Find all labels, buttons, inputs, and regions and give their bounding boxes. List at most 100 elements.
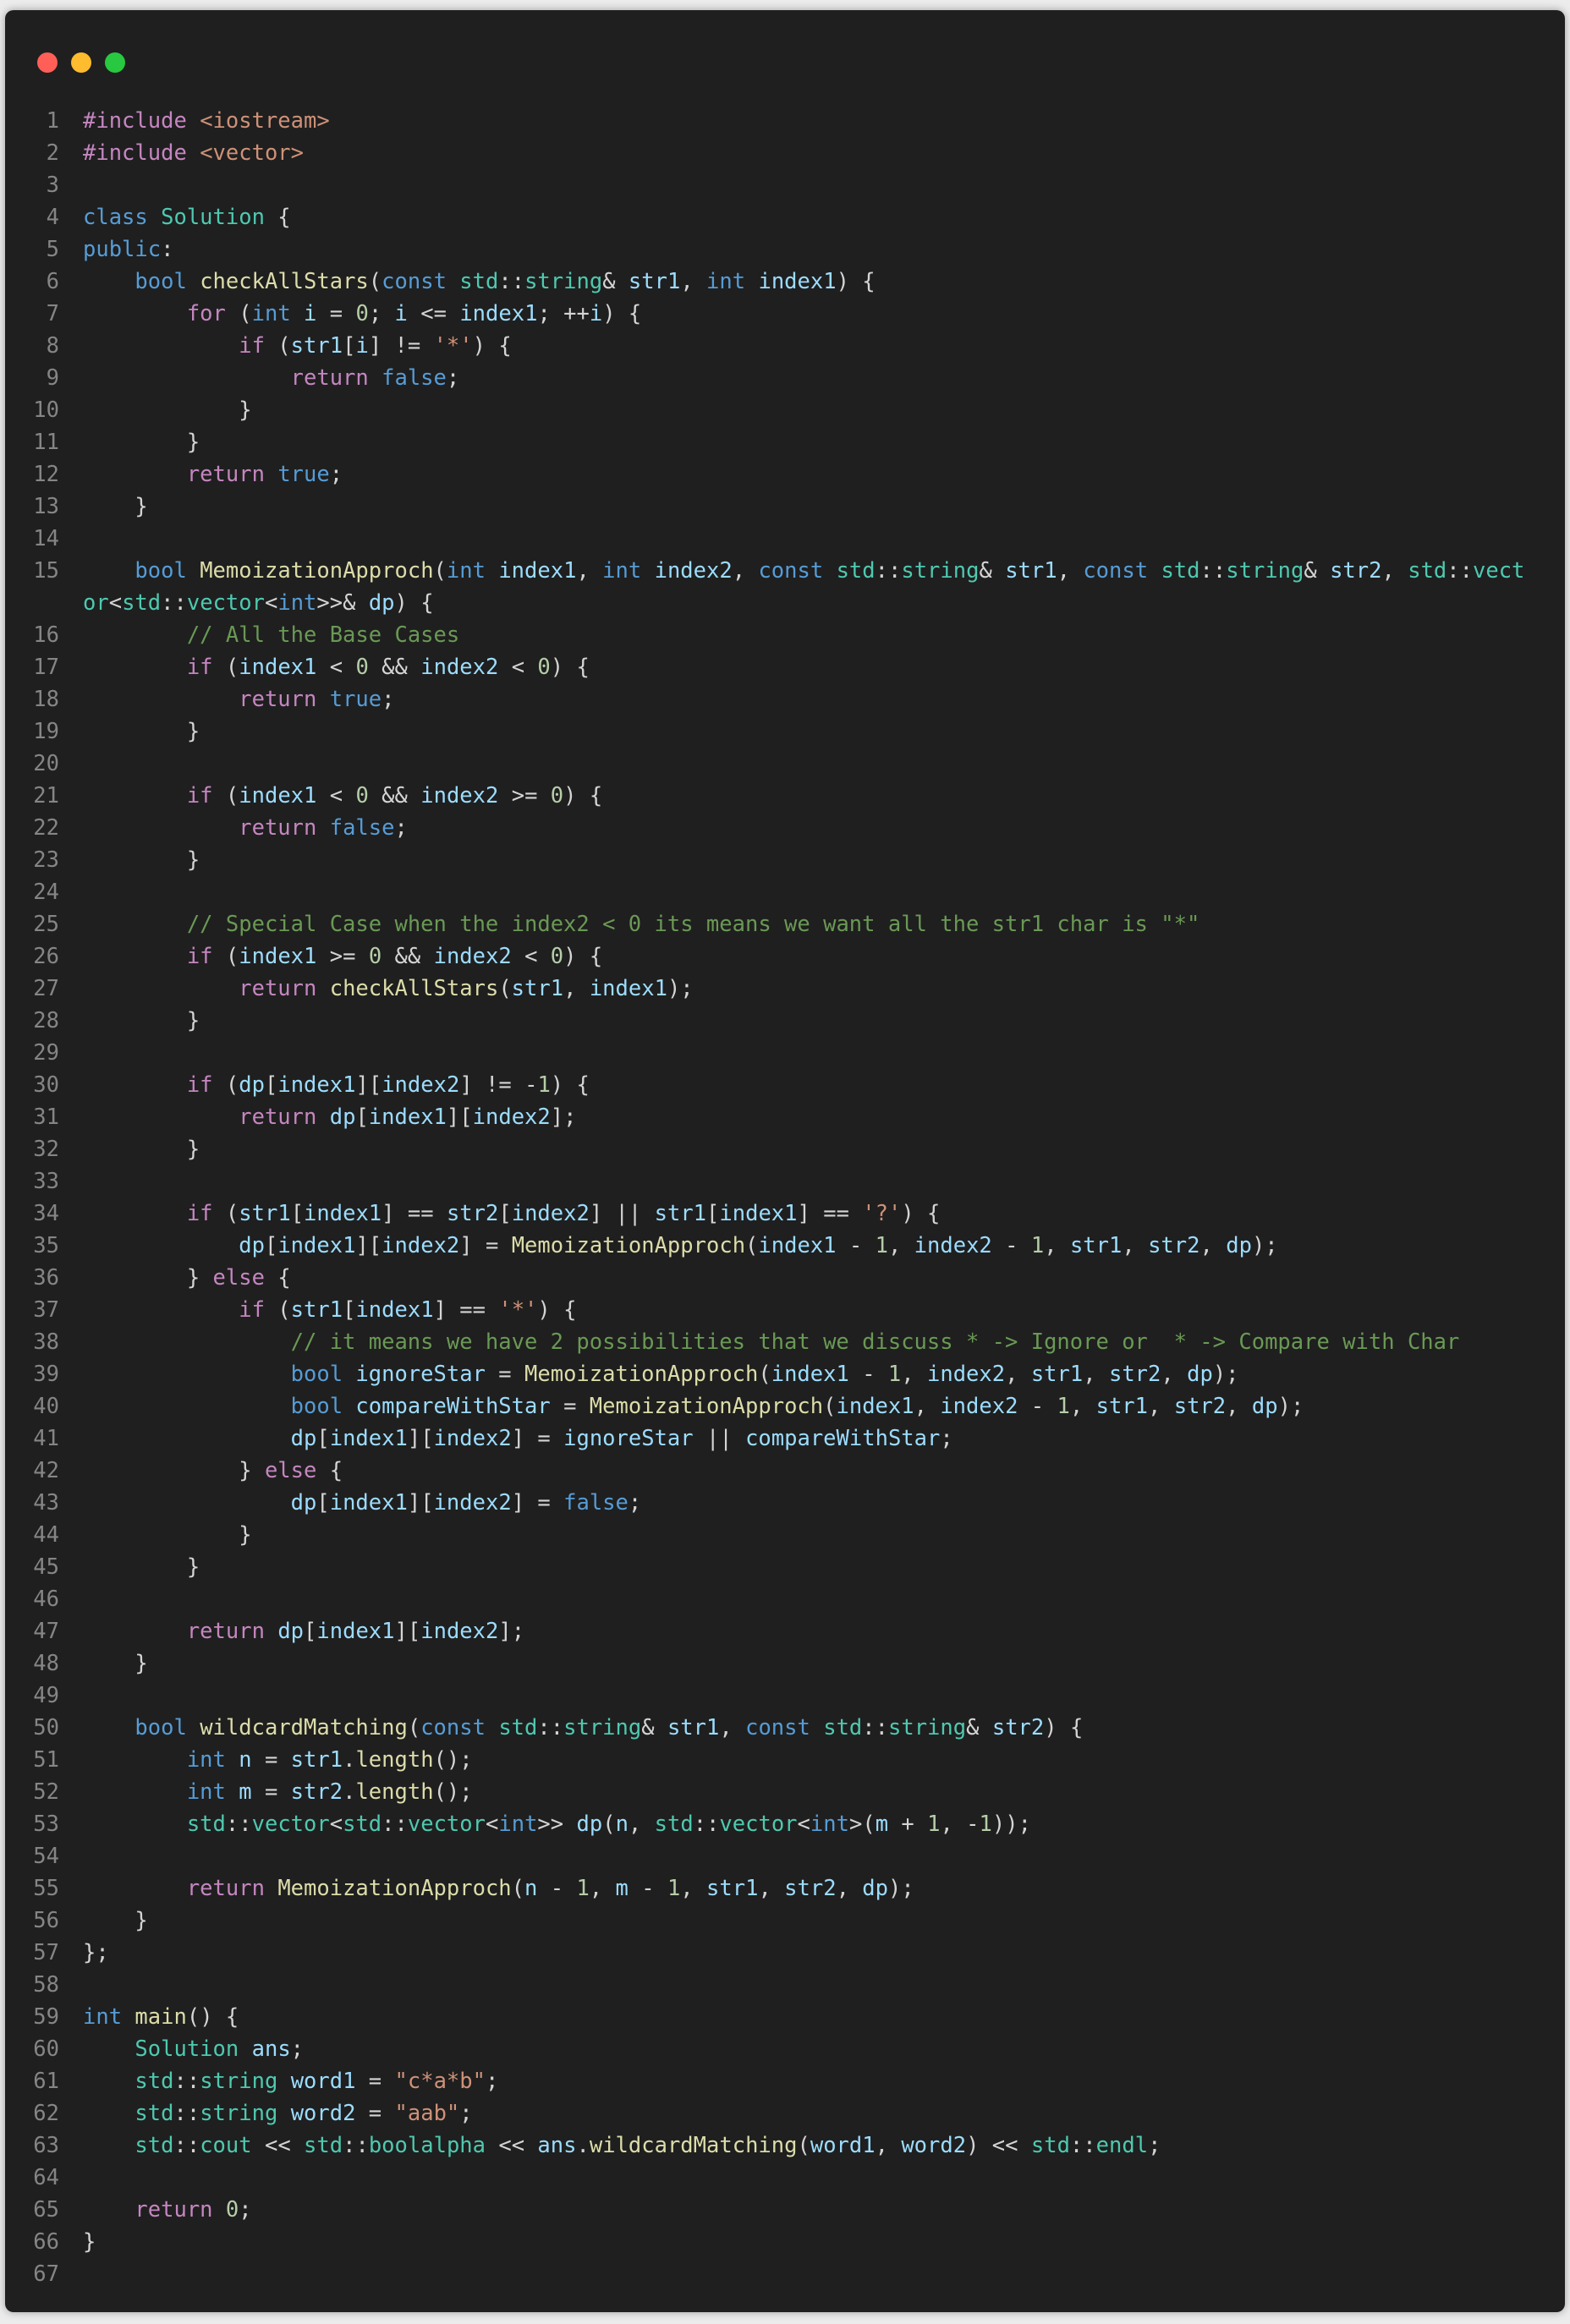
line-source: dp[index1][index2] = MemoizationApproch(… [239,1233,1278,1258]
line-number: 65 [33,2197,59,2223]
line-number: 48 [33,1651,59,1676]
line-number: 42 [33,1458,59,1483]
code-line: 33 [5,1165,1565,1198]
code-line: 38 // it means we have 2 possibilities t… [5,1326,1565,1358]
code-line: 15 bool MemoizationApproch(int index1, i… [5,555,1565,619]
line-number: 19 [33,719,59,744]
line-number: 45 [33,1554,59,1580]
line-source [59,1840,1565,1872]
maximize-window-icon[interactable] [105,52,125,73]
code-line: 42 } else { [5,1455,1565,1487]
code-line: 12 return true; [5,458,1565,491]
line-source: if (str1[i] != '*') { [239,333,512,359]
code-line: 20 [5,748,1565,780]
line-source: for (int i = 0; i <= index1; ++i) { [186,301,642,326]
code-line: 48 } [5,1647,1565,1680]
line-number: 60 [33,2036,59,2062]
code-line: 31 return dp[index1][index2]; [5,1101,1565,1133]
line-source: } [83,430,200,455]
line-source [59,1969,1565,2001]
line-number: 20 [33,751,59,776]
line-number: 5 [46,237,59,262]
code-line: 45 } [5,1551,1565,1583]
line-number: 18 [33,687,59,712]
code-line: 63 std::cout << std::boolalpha << ans.wi… [5,2129,1565,2162]
line-number: 55 [33,1876,59,1901]
line-number: 67 [33,2261,59,2287]
line-number: 37 [33,1297,59,1323]
line-number: 54 [33,1844,59,1869]
line-number: 8 [46,333,59,359]
line-number: 22 [33,815,59,841]
line-source: if (str1[index1] == str2[index2] || str1… [186,1201,941,1226]
line-number: 66 [33,2229,59,2255]
line-source: } [83,1554,200,1580]
code-line: 24 [5,876,1565,908]
line-source: } [83,1008,200,1033]
code-line: 3 [5,169,1565,201]
line-source: #include <vector> [83,140,305,166]
line-number: 40 [33,1394,59,1419]
line-source: public: [83,237,174,262]
code-editor[interactable]: 1 #include <iostream> 2 #include <vector> 3 4… [5,105,1565,2290]
line-number: 46 [33,1587,59,1612]
code-line: 17 if (index1 < 0 && index2 < 0) { [5,651,1565,683]
line-source: return dp[index1][index2]; [239,1104,577,1130]
code-line: 13 } [5,491,1565,523]
line-source: bool compareWithStar = MemoizationApproc… [290,1394,1304,1419]
line-source [59,876,1565,908]
code-line: 8 if (str1[i] != '*') { [5,330,1565,362]
line-number: 29 [33,1040,59,1066]
line-number: 35 [33,1233,59,1258]
code-line: 21 if (index1 < 0 && index2 >= 0) { [5,780,1565,812]
line-source: // All the Base Cases [186,622,460,648]
code-line: 30 if (dp[index1][index2] != -1) { [5,1069,1565,1101]
line-number: 17 [33,655,59,680]
code-line: 40 bool compareWithStar = MemoizationApp… [5,1390,1565,1422]
line-source [59,2162,1565,2194]
code-line: 60 Solution ans; [5,2033,1565,2065]
line-source: return checkAllStars(str1, index1); [239,976,694,1001]
line-source [59,523,1565,555]
line-number: 27 [33,976,59,1001]
line-number: 15 [33,558,59,584]
line-number: 12 [33,462,59,487]
code-line: 62 std::string word2 = "aab"; [5,2097,1565,2129]
line-number: 63 [33,2133,59,2158]
line-source: dp[index1][index2] = false; [290,1490,642,1516]
code-line: 43 dp[index1][index2] = false; [5,1487,1565,1519]
line-source: dp[index1][index2] = ignoreStar || compa… [290,1426,953,1451]
code-line: 22 return false; [5,812,1565,844]
line-source: } [83,1908,148,1933]
code-line: 11 } [5,426,1565,458]
code-line: 39 bool ignoreStar = MemoizationApproch(… [5,1358,1565,1390]
close-window-icon[interactable] [37,52,58,73]
line-number: 62 [33,2101,59,2126]
line-source: bool ignoreStar = MemoizationApproch(ind… [290,1362,1239,1387]
code-line: 61 std::string word1 = "c*a*b"; [5,2065,1565,2097]
line-number: 3 [46,173,59,198]
code-line: 44 } [5,1519,1565,1551]
code-line: 36 } else { [5,1262,1565,1294]
line-source [59,748,1565,780]
line-source: bool checkAllStars(const std::string& st… [134,269,876,294]
line-source: if (index1 < 0 && index2 >= 0) { [186,783,603,808]
line-source: return true; [239,687,395,712]
line-number: 31 [33,1104,59,1130]
line-number: 2 [46,140,59,166]
line-number: 25 [33,912,59,937]
code-line: 4 class Solution { [5,201,1565,233]
line-source [59,169,1565,201]
code-line: 1 #include <iostream> [5,105,1565,137]
line-source [59,1680,1565,1712]
line-number: 51 [33,1747,59,1773]
minimize-window-icon[interactable] [71,52,91,73]
line-number: 28 [33,1008,59,1033]
line-number: 7 [46,301,59,326]
code-line: 50 bool wildcardMatching(const std::stri… [5,1712,1565,1744]
line-source: return true; [186,462,343,487]
line-source: } [83,1522,252,1548]
code-line: 56 } [5,1905,1565,1937]
line-source: } [83,1651,148,1676]
line-number: 13 [33,494,59,519]
